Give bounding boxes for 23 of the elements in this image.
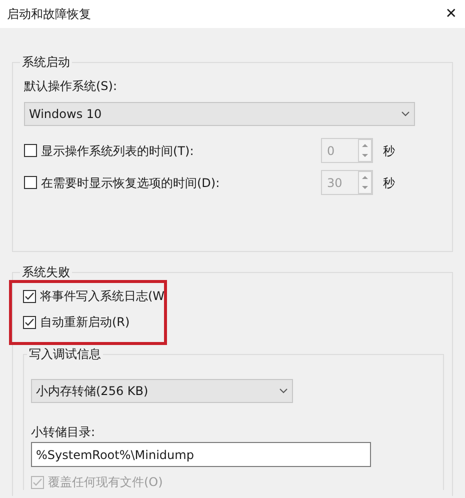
checkbox[interactable]: [23, 316, 36, 328]
spin-arrows-icon: [358, 171, 372, 194]
unit-label: 秒: [383, 142, 395, 160]
window-title: 启动和故障恢复: [7, 6, 91, 23]
checkbox[interactable]: [23, 290, 36, 302]
group-title: 写入调试信息: [27, 347, 103, 361]
input-field[interactable]: %SystemRoot%\Minidump: [31, 442, 371, 467]
group-title: 系统失败: [20, 265, 72, 279]
dump-dropdown[interactable]: 小内存转储(256 KB): [31, 379, 293, 403]
checkbox-label: 将事件写入系统日志(W: [40, 289, 165, 303]
group-title: 系统启动: [20, 55, 72, 69]
field-label: 默认操作系统(S):: [24, 79, 118, 93]
close-button[interactable]: ✕: [441, 4, 461, 24]
checkbox-label: 显示操作系统列表的时间(T):: [41, 142, 195, 160]
chevron-icon: [279, 388, 288, 394]
spin-arrows-icon: [358, 139, 372, 162]
chevron-icon: [401, 111, 410, 117]
unit-label: 秒: [383, 174, 395, 192]
os-dropdown[interactable]: Windows 10: [24, 102, 415, 126]
checkbox-label: 覆盖任何现有文件(O): [48, 475, 163, 489]
checkbox-label: 在需要时显示恢复选项的时间(D):: [41, 174, 221, 192]
field-label: 小转储目录:: [31, 425, 96, 439]
checkbox-label: 自动重新启动(R): [40, 315, 130, 329]
